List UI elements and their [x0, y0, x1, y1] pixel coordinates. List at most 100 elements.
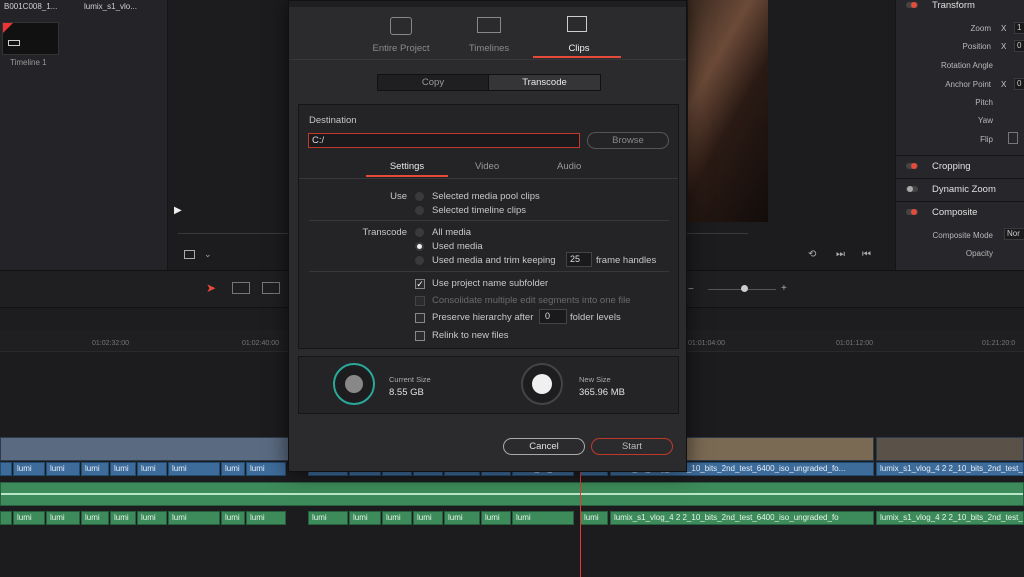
- video-clip[interactable]: lumi: [46, 462, 80, 476]
- audio-clip[interactable]: lumi: [221, 511, 245, 525]
- audio-clip[interactable]: lumix_s1_vlog_4 2 2_10_bits_2nd_test_640…: [876, 511, 1024, 525]
- video-clip[interactable]: lumi: [13, 462, 45, 476]
- tab-clips[interactable]: Clips: [539, 43, 619, 54]
- timeline-badge: [3, 23, 13, 33]
- used-media-label[interactable]: Used media: [432, 241, 483, 252]
- video-clip[interactable]: lumi: [81, 462, 109, 476]
- audio-clip[interactable]: lumi: [382, 511, 412, 525]
- composite-mode-select[interactable]: Nor: [1004, 228, 1024, 240]
- audio-clip[interactable]: lumix_s1_vlog_4 2 2_10_bits_2nd_test_640…: [610, 511, 874, 525]
- flip-label: Flip: [980, 135, 993, 144]
- current-size-value: 8.55 GB: [389, 387, 424, 398]
- audio-clip[interactable]: lumi: [168, 511, 220, 525]
- dynamic-zoom-toggle[interactable]: [906, 186, 918, 192]
- all-media-radio[interactable]: [415, 228, 424, 237]
- cropping-title[interactable]: Cropping: [932, 161, 971, 172]
- zoom-x-field[interactable]: 1: [1014, 22, 1024, 34]
- subtab-video[interactable]: Video: [475, 161, 499, 172]
- frame-handles-label: frame handles: [596, 255, 657, 266]
- audio-clip[interactable]: lumi: [349, 511, 381, 525]
- video-clip[interactable]: lumi: [168, 462, 220, 476]
- preserve-levels-stepper[interactable]: 0: [539, 309, 567, 324]
- browse-button[interactable]: Browse: [587, 132, 669, 149]
- video-clip[interactable]: [0, 462, 12, 476]
- trim-radio[interactable]: [415, 256, 424, 265]
- dynamic-trim-icon[interactable]: [262, 282, 280, 294]
- zoom-slider-handle[interactable]: [741, 285, 748, 292]
- consolidate-checkbox[interactable]: [415, 296, 425, 306]
- subtab-audio[interactable]: Audio: [557, 161, 581, 172]
- audio-waveform[interactable]: [0, 482, 1024, 506]
- trim-label[interactable]: Used media and trim keeping: [432, 255, 556, 266]
- audio-clip[interactable]: lumi: [512, 511, 574, 525]
- clip-name[interactable]: B001C008_1...: [4, 2, 57, 11]
- zoom-in-icon[interactable]: +: [781, 283, 787, 294]
- all-media-label[interactable]: All media: [432, 227, 471, 238]
- preserve-label[interactable]: Preserve hierarchy after: [432, 312, 533, 323]
- tab-timelines[interactable]: Timelines: [449, 43, 529, 54]
- entire-project-icon[interactable]: [390, 17, 412, 35]
- clip-name[interactable]: lumix_s1_vlo...: [84, 2, 137, 11]
- mode-transcode-button[interactable]: Transcode: [488, 74, 601, 91]
- transform-toggle[interactable]: [906, 2, 918, 8]
- use-pool-label[interactable]: Selected media pool clips: [432, 191, 540, 202]
- relink-checkbox[interactable]: [415, 331, 425, 341]
- use-timeline-radio[interactable]: [415, 206, 424, 215]
- audio-clip[interactable]: lumi: [308, 511, 348, 525]
- destination-input[interactable]: C:/: [308, 133, 580, 148]
- chevron-down-icon[interactable]: ⌄: [204, 249, 212, 260]
- timelines-icon[interactable]: [477, 17, 501, 33]
- trim-tool-icon[interactable]: [232, 282, 250, 294]
- cropping-toggle[interactable]: [906, 163, 918, 169]
- tab-entire-project[interactable]: Entire Project: [351, 43, 451, 54]
- preserve-checkbox[interactable]: [415, 313, 425, 323]
- relink-label[interactable]: Relink to new files: [432, 330, 509, 341]
- audio-clip[interactable]: lumi: [481, 511, 511, 525]
- subtab-settings[interactable]: Settings: [389, 161, 425, 172]
- frame-handles-stepper[interactable]: 25: [566, 252, 592, 267]
- video-clip[interactable]: lumi: [246, 462, 286, 476]
- audio-clip[interactable]: [0, 511, 12, 525]
- dynamic-zoom-title[interactable]: Dynamic Zoom: [932, 184, 996, 195]
- used-media-radio[interactable]: [415, 242, 424, 251]
- zoom-out-icon[interactable]: −: [688, 284, 694, 295]
- audio-clip[interactable]: lumi: [137, 511, 167, 525]
- audio-clip[interactable]: lumi: [413, 511, 443, 525]
- timeline-thumbnail[interactable]: [2, 22, 59, 55]
- video-thumbnails[interactable]: [876, 437, 1024, 461]
- video-clip[interactable]: lumi: [221, 462, 245, 476]
- audio-clip[interactable]: lumi: [13, 511, 45, 525]
- divider: [309, 271, 669, 272]
- flip-horizontal-icon[interactable]: [1008, 132, 1018, 144]
- play-icon[interactable]: ▶: [174, 205, 182, 216]
- cancel-button[interactable]: Cancel: [503, 438, 585, 455]
- anchor-x-field[interactable]: 0: [1014, 78, 1024, 90]
- audio-clip[interactable]: lumi: [580, 511, 608, 525]
- use-timeline-label[interactable]: Selected timeline clips: [432, 205, 526, 216]
- video-thumbnails[interactable]: [686, 437, 874, 461]
- video-clip[interactable]: lumi: [137, 462, 167, 476]
- timeline-name[interactable]: Timeline 1: [10, 58, 47, 67]
- audio-clip[interactable]: lumi: [46, 511, 80, 525]
- subfolder-label[interactable]: Use project name subfolder: [432, 278, 548, 289]
- x-axis-label: X: [1001, 80, 1007, 89]
- prev-frame-icon[interactable]: ⏮: [862, 249, 871, 260]
- clips-icon[interactable]: [567, 16, 587, 32]
- use-pool-radio[interactable]: [415, 192, 424, 201]
- next-frame-icon[interactable]: ⏭: [836, 249, 845, 260]
- selection-tool-icon[interactable]: ➤: [206, 281, 216, 295]
- composite-toggle[interactable]: [906, 209, 918, 215]
- audio-clip[interactable]: lumi: [81, 511, 109, 525]
- audio-clip[interactable]: lumi: [444, 511, 480, 525]
- loop-icon[interactable]: ⟲: [808, 249, 816, 260]
- video-clip[interactable]: lumix_s1_vlog_4 2 2_10_bits_2nd_test_640…: [876, 462, 1024, 476]
- subfolder-checkbox[interactable]: ✓: [415, 279, 425, 289]
- video-clip[interactable]: lumi: [110, 462, 136, 476]
- crop-icon[interactable]: [184, 250, 195, 259]
- start-button[interactable]: Start: [591, 438, 673, 455]
- position-x-field[interactable]: 0: [1014, 40, 1024, 52]
- audio-clip[interactable]: lumi: [110, 511, 136, 525]
- audio-clip[interactable]: lumi: [246, 511, 286, 525]
- composite-title[interactable]: Composite: [932, 207, 977, 218]
- mode-copy-button[interactable]: Copy: [377, 74, 489, 91]
